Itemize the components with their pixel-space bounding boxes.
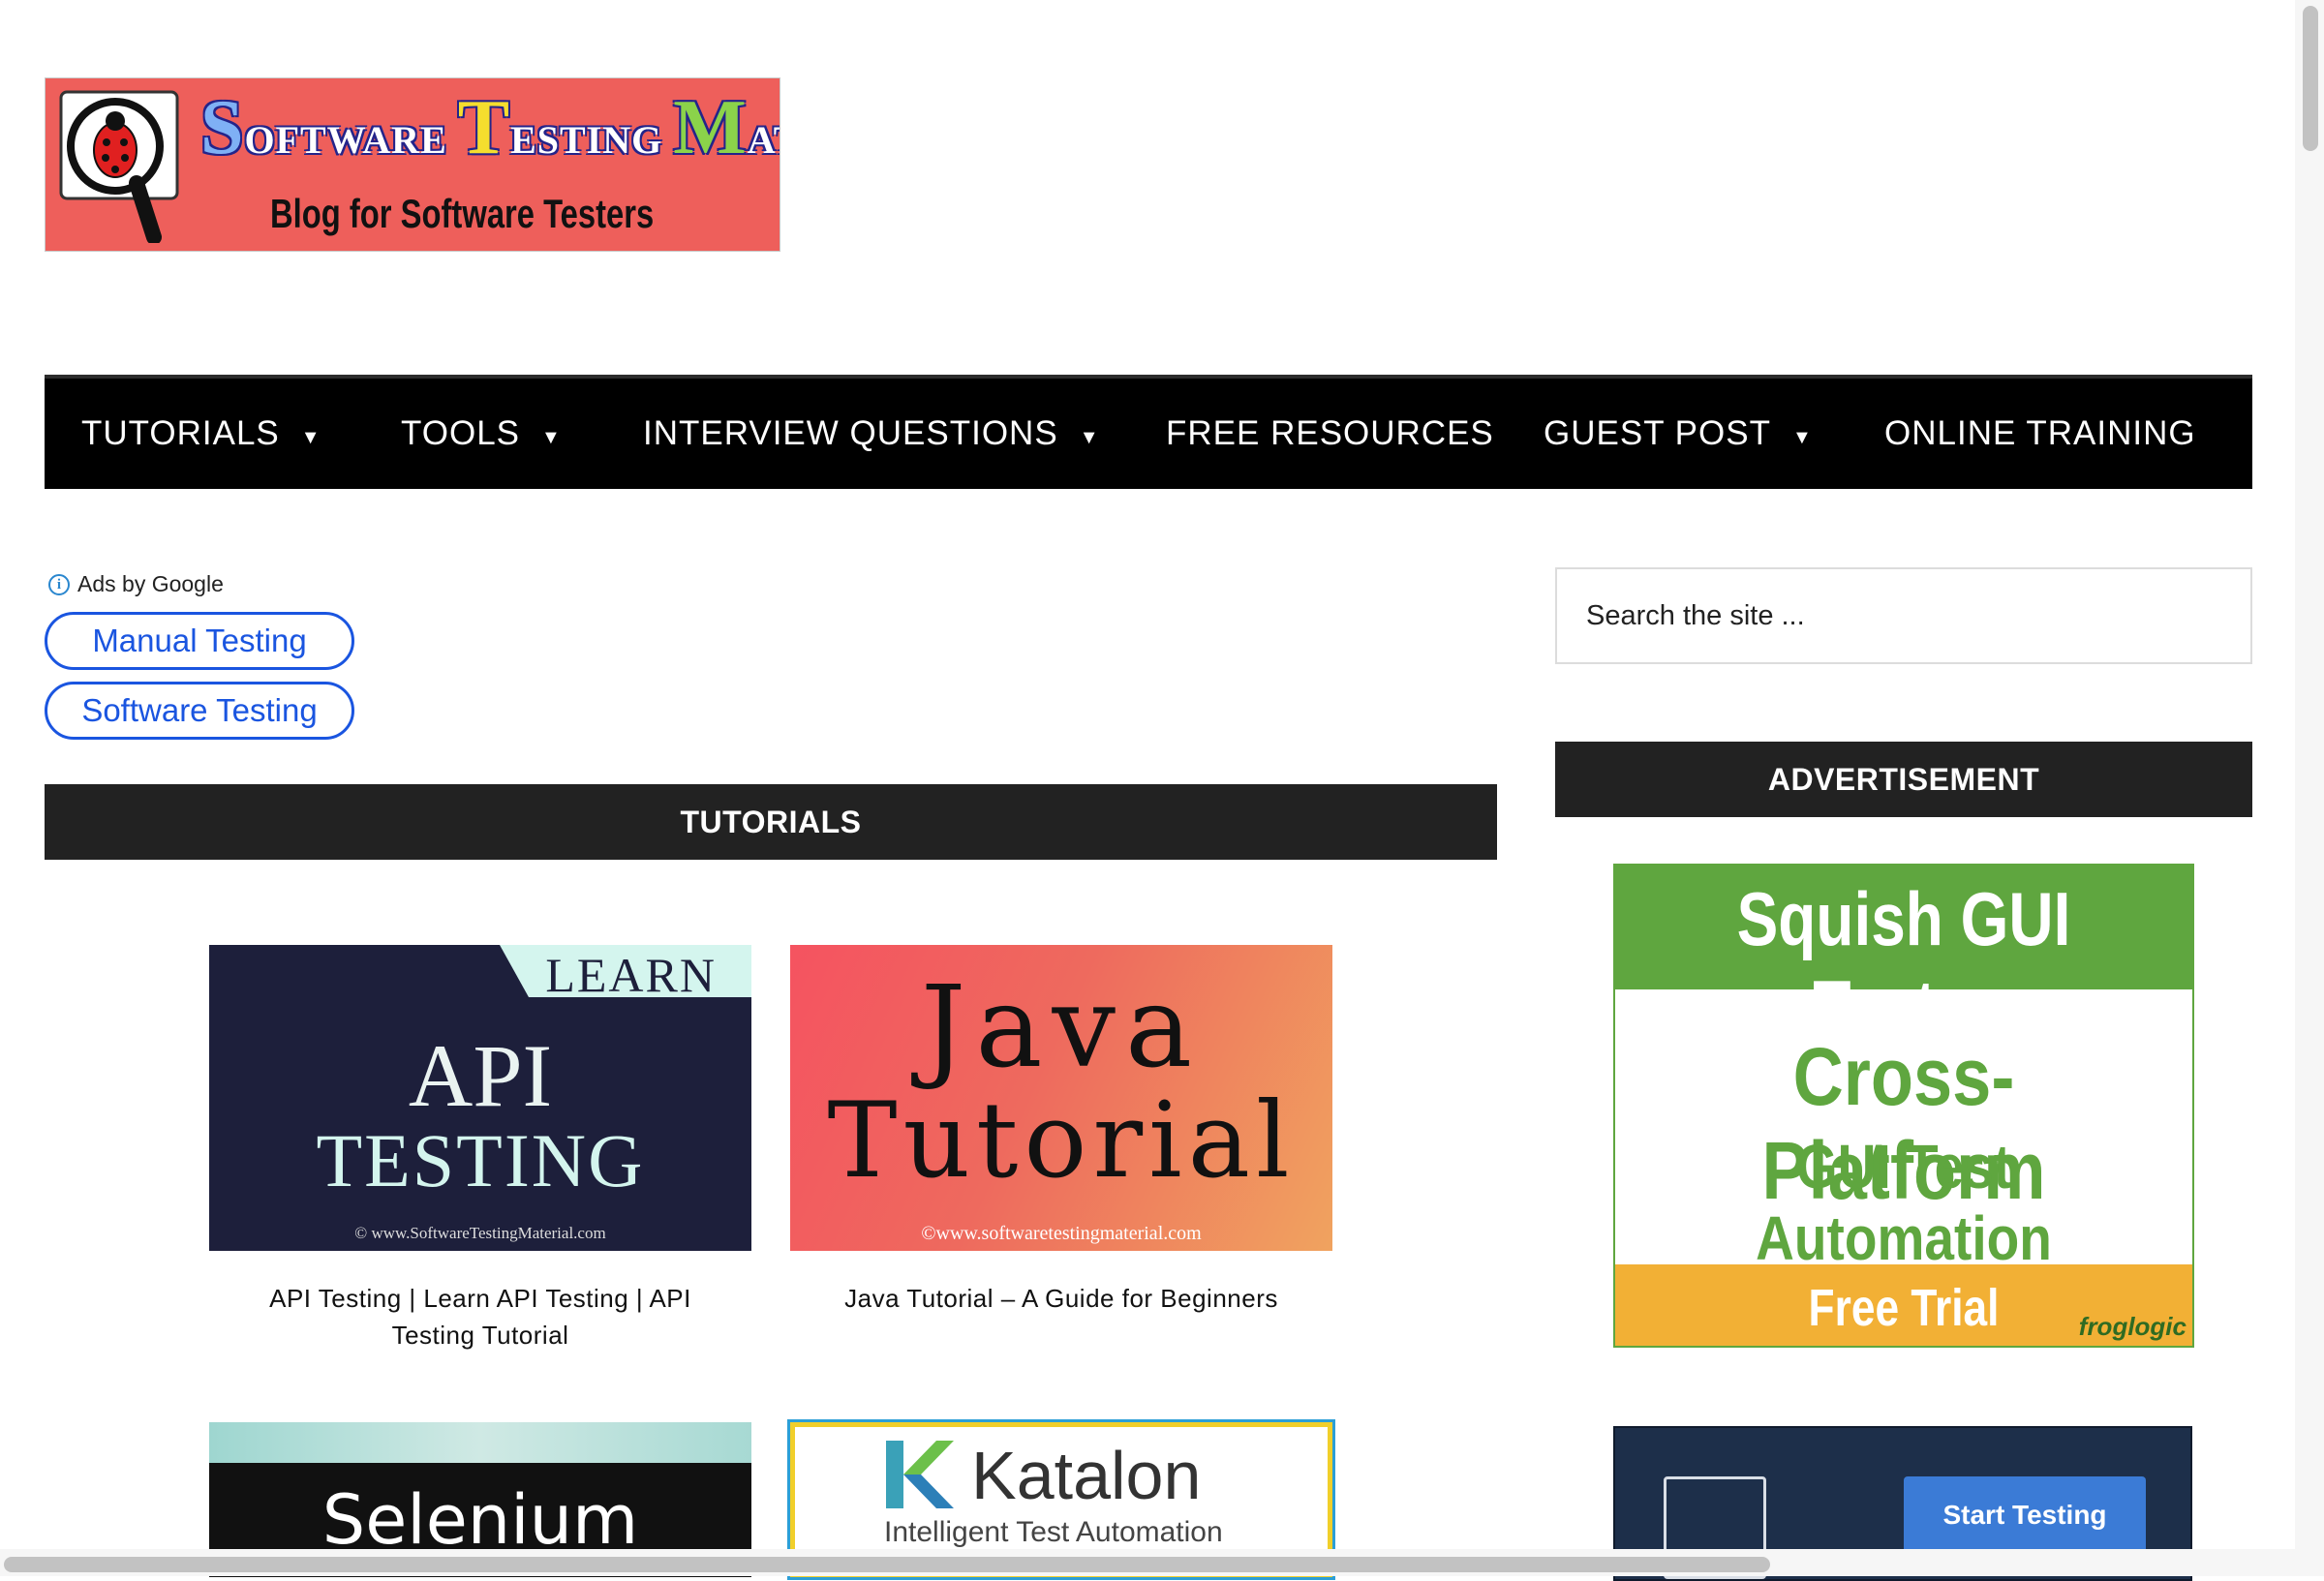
nav-item-online-training[interactable]: ONLINE TRAINING [1884,379,2196,489]
ads-by-google-label: Ads by Google [77,571,224,596]
nav-item-interview-questions[interactable]: INTERVIEW QUESTIONS ▼ [643,379,1099,489]
horizontal-scrollbar[interactable] [0,1549,2295,1576]
logo-word-1: OFTWARE [244,118,447,162]
nav-item-tools[interactable]: TOOLS ▼ [401,379,562,489]
logo-tagline: Blog for Software Testers [270,191,655,236]
horizontal-scroll-thumb[interactable] [4,1557,1770,1572]
nav-item-free-resources[interactable]: FREE RESOURCES [1166,379,1494,489]
nav-label: GUEST POST [1544,414,1771,452]
logo-cap-m: M [673,85,748,170]
caret-down-icon: ▼ [541,426,562,448]
thumb-header-band [209,1422,751,1463]
caret-down-icon: ▼ [300,426,321,448]
thumb-line-2: Tutorial [827,1080,1296,1201]
thumb-watermark: ©www.softwaretestingmaterial.com [921,1223,1202,1244]
caret-down-icon: ▼ [1791,426,1813,448]
katalon-tagline: Intelligent Test Automation [884,1516,1223,1548]
caret-down-icon: ▼ [1079,426,1100,448]
search-input[interactable] [1555,567,2252,664]
thumb-text: Selenium [321,1480,639,1560]
start-testing-button[interactable]: Start Testing [1904,1476,2146,1554]
katalon-name: Katalon [971,1438,1202,1513]
katalon-logo-icon [886,1441,954,1508]
java-tutorial-thumbnail[interactable]: Java Tutorial ©www.softwaretestingmateri… [790,945,1332,1251]
nav-label: INTERVIEW QUESTIONS [643,414,1058,452]
ads-by-google[interactable]: i Ads by Google [48,571,224,597]
api-testing-thumbnail[interactable]: LEARN API TESTING © www.SoftwareTestingM… [209,945,751,1251]
logo-title: SOFTWARE TESTING MATERIAL [200,84,780,172]
vertical-scroll-thumb[interactable] [2303,6,2318,151]
main-nav: TUTORIALS ▼ TOOLS ▼ INTERVIEW QUESTIONS ▼ F… [45,375,2252,489]
ad-cta-free-trial[interactable]: Free Trial [1667,1278,2141,1338]
nav-item-guest-post[interactable]: GUEST POST ▼ [1544,379,1813,489]
card-title-api-testing[interactable]: API Testing | Learn API Testing | API Te… [229,1280,732,1353]
tutorials-heading: TUTORIALS [45,784,1497,860]
site-logo[interactable]: SOFTWARE TESTING MATERIAL Blog for Softw… [45,77,780,252]
nav-label: TUTORIALS [81,414,280,452]
thumb-line-2: TESTING [316,1118,645,1202]
thumb-badge: LEARN [545,948,717,1002]
ad-subheadline: GUI Test Automation [1756,1132,2052,1273]
thumb-line-1: API [408,1026,553,1125]
magnifier-ladybug-icon [59,90,179,243]
vertical-scrollbar[interactable] [2295,0,2324,1576]
nav-label: ONLINE TRAINING [1884,414,2196,452]
ad-title: Squish GUI Tester [1736,876,2071,1049]
advertisement-heading: ADVERTISEMENT [1555,742,2252,817]
nav-label: FREE RESOURCES [1166,414,1494,452]
logo-cap-s: S [200,85,245,170]
ad-link-software-testing[interactable]: Software Testing [45,682,354,740]
logo-cap-t: T [457,85,511,170]
nav-label: TOOLS [401,414,521,452]
thumb-line-1: Java [920,962,1203,1093]
card-title-java-tutorial[interactable]: Java Tutorial – A Guide for Beginners [790,1280,1332,1317]
nav-item-tutorials[interactable]: TUTORIALS ▼ [81,379,321,489]
froglogic-logo: froglogic [2078,1312,2186,1341]
logo-word-2: ESTING [510,118,663,162]
logo-word-3: ATERIAL [747,118,780,162]
ad-link-manual-testing[interactable]: Manual Testing [45,612,354,670]
squish-gui-tester-ad[interactable]: Squish GUI Tester Cross-Platform GUI Tes… [1613,864,2194,1348]
info-icon: i [48,573,70,595]
thumb-watermark: © www.SoftwareTestingMaterial.com [354,1224,606,1242]
